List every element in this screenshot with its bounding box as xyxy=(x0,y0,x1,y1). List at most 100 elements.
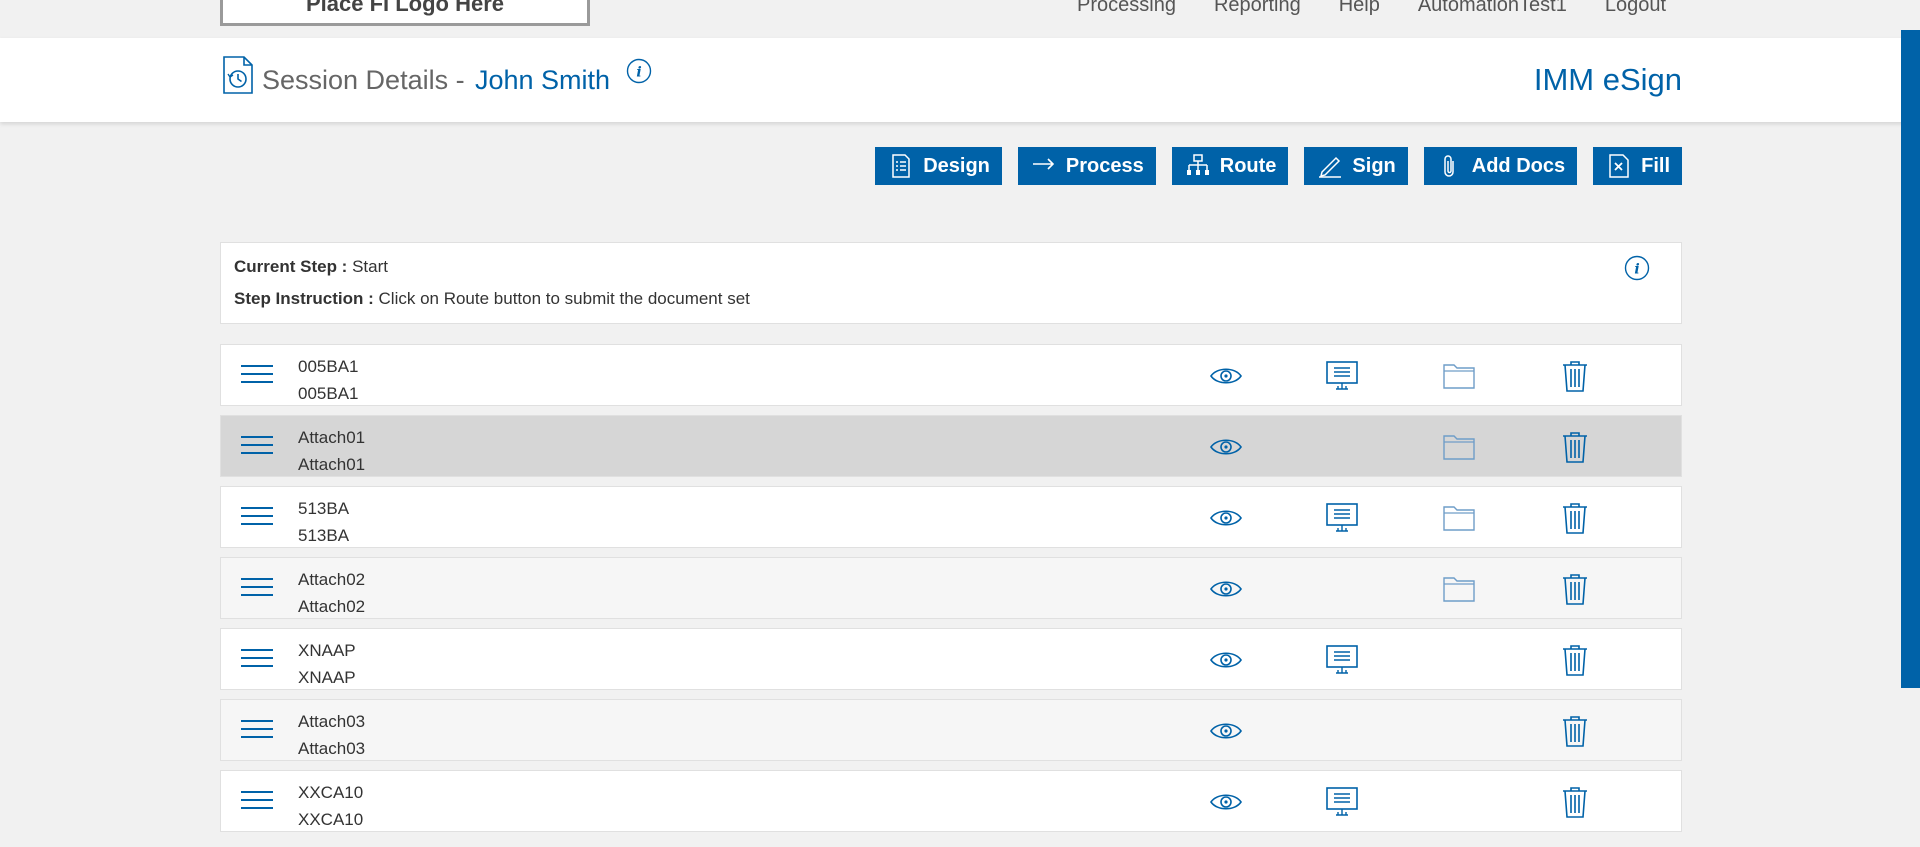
present-document-button[interactable] xyxy=(1325,643,1359,677)
sign-button-label: Sign xyxy=(1352,154,1396,177)
process-button[interactable]: Process xyxy=(1017,147,1156,185)
document-row[interactable]: 005BA1 005BA1 xyxy=(220,344,1682,406)
eye-icon xyxy=(1210,723,1242,739)
monitor-icon xyxy=(1326,787,1358,816)
open-folder-button[interactable] xyxy=(1442,572,1476,606)
document-row[interactable]: Attach01 Attach01 xyxy=(220,415,1682,477)
open-folder-button[interactable] xyxy=(1442,430,1476,464)
view-document-button[interactable] xyxy=(1209,714,1243,748)
view-document-button[interactable] xyxy=(1209,430,1243,464)
eye-icon xyxy=(1210,510,1242,526)
drag-handle-icon[interactable] xyxy=(241,649,273,671)
delete-document-button[interactable] xyxy=(1558,572,1592,606)
folder-icon xyxy=(1443,435,1475,460)
top-bar: Place FI Logo Here Processing Reporting … xyxy=(0,0,1920,38)
document-title: XXCA10 xyxy=(298,810,364,829)
document-name: 005BA1 005BA1 xyxy=(298,353,359,407)
open-folder-button[interactable] xyxy=(1442,359,1476,393)
delete-document-button[interactable] xyxy=(1558,430,1592,464)
eye-icon xyxy=(1210,439,1242,455)
open-folder-button[interactable] xyxy=(1442,501,1476,535)
document-title: 005BA1 xyxy=(298,384,359,403)
delete-document-button[interactable] xyxy=(1558,785,1592,819)
current-step: Current Step : Start xyxy=(234,257,388,277)
view-document-button[interactable] xyxy=(1209,501,1243,535)
document-code: Attach02 xyxy=(298,570,366,589)
view-document-button[interactable] xyxy=(1209,785,1243,819)
folder-icon xyxy=(1443,577,1475,602)
step-instruction-label: Step Instruction : xyxy=(234,289,374,308)
pen-icon xyxy=(1319,156,1342,178)
page-title: Session Details - xyxy=(262,65,465,95)
action-toolbar: Design Process Route Sign Add Docs Fill xyxy=(875,147,1682,185)
trash-icon xyxy=(1563,787,1587,818)
step-info-panel: Current Step : Start Step Instruction : … xyxy=(220,242,1682,324)
document-title: 513BA xyxy=(298,526,350,545)
delete-document-button[interactable] xyxy=(1558,714,1592,748)
session-history-icon xyxy=(223,56,253,94)
monitor-icon xyxy=(1326,503,1358,532)
design-button[interactable]: Design xyxy=(875,147,1002,185)
document-row[interactable]: Attach02 Attach02 xyxy=(220,557,1682,619)
document-row[interactable]: Attach03 Attach03 xyxy=(220,699,1682,761)
add-docs-button[interactable]: Add Docs xyxy=(1423,147,1578,185)
document-row[interactable]: 513BA 513BA xyxy=(220,486,1682,548)
trash-icon xyxy=(1563,574,1587,605)
monitor-icon xyxy=(1326,361,1358,390)
arrow-right-icon xyxy=(1032,158,1055,170)
document-row[interactable]: XXCA10 XXCA10 xyxy=(220,770,1682,832)
document-code: Attach01 xyxy=(298,428,366,447)
document-code: 513BA xyxy=(298,499,350,518)
step-info-icon[interactable]: i xyxy=(1624,255,1650,281)
present-document-button[interactable] xyxy=(1325,785,1359,819)
present-document-button[interactable] xyxy=(1325,501,1359,535)
checklist-icon xyxy=(892,154,910,178)
drag-handle-icon[interactable] xyxy=(241,578,273,600)
eye-icon xyxy=(1210,581,1242,597)
document-list: 005BA1 005BA1 Attach01 Attach01 513BA 51… xyxy=(220,344,1682,841)
nav-logout[interactable]: Logout xyxy=(1605,0,1666,17)
page-header: Session Details - John Smith i IMM eSign xyxy=(0,38,1920,122)
drag-handle-icon[interactable] xyxy=(241,507,273,529)
delete-document-button[interactable] xyxy=(1558,501,1592,535)
route-button[interactable]: Route xyxy=(1171,147,1289,185)
view-document-button[interactable] xyxy=(1209,643,1243,677)
document-title: Attach01 xyxy=(298,455,366,474)
document-code: XXCA10 xyxy=(298,783,364,802)
document-name: Attach01 Attach01 xyxy=(298,424,365,478)
current-step-value: Start xyxy=(352,257,388,276)
process-button-label: Process xyxy=(1065,154,1144,177)
route-button-label: Route xyxy=(1219,154,1277,177)
info-icon[interactable]: i xyxy=(626,58,652,84)
drag-handle-icon[interactable] xyxy=(241,436,273,458)
nav-help[interactable]: Help xyxy=(1339,0,1380,17)
scrollbar[interactable] xyxy=(1901,30,1920,688)
document-name: Attach02 Attach02 xyxy=(298,566,365,620)
form-icon xyxy=(1609,154,1629,178)
top-nav: Processing Reporting Help AutomationTest… xyxy=(1077,0,1666,17)
document-code: XNAAP xyxy=(298,641,356,660)
nav-processing[interactable]: Processing xyxy=(1077,0,1176,17)
drag-handle-icon[interactable] xyxy=(241,365,273,387)
present-document-button[interactable] xyxy=(1325,359,1359,393)
monitor-icon xyxy=(1326,645,1358,674)
nav-reporting[interactable]: Reporting xyxy=(1214,0,1301,17)
eye-icon xyxy=(1210,794,1242,810)
delete-document-button[interactable] xyxy=(1558,643,1592,677)
nav-user[interactable]: AutomationTest1 xyxy=(1418,0,1567,17)
fill-button-label: Fill xyxy=(1641,154,1670,177)
trash-icon xyxy=(1563,432,1587,463)
delete-document-button[interactable] xyxy=(1558,359,1592,393)
sign-button[interactable]: Sign xyxy=(1304,147,1408,185)
current-step-label: Current Step : xyxy=(234,257,348,276)
document-title: Attach03 xyxy=(298,739,366,758)
document-row[interactable]: XNAAP XNAAP xyxy=(220,628,1682,690)
drag-handle-icon[interactable] xyxy=(241,720,273,742)
drag-handle-icon[interactable] xyxy=(241,791,273,813)
fill-button[interactable]: Fill xyxy=(1593,147,1682,185)
document-code: 005BA1 xyxy=(298,357,359,376)
view-document-button[interactable] xyxy=(1209,359,1243,393)
view-document-button[interactable] xyxy=(1209,572,1243,606)
step-instruction: Step Instruction : Click on Route button… xyxy=(234,289,750,309)
session-user-name: John Smith xyxy=(475,65,611,95)
